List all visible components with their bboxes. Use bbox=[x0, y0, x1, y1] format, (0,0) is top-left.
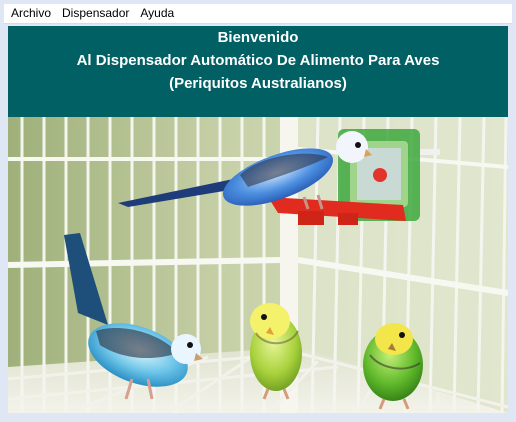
menu-bar: Archivo Dispensador Ayuda bbox=[4, 4, 512, 24]
budgerigar-illustration bbox=[8, 117, 508, 413]
window-bottom-edge bbox=[0, 413, 516, 422]
welcome-title: Bienvenido bbox=[217, 29, 299, 46]
menu-dispensador[interactable]: Dispensador bbox=[59, 4, 132, 23]
welcome-subtitle-2: (Periquitos Australianos) bbox=[169, 75, 347, 92]
welcome-banner: Bienvenido Al Dispensador Automático De … bbox=[8, 26, 508, 117]
menu-ayuda[interactable]: Ayuda bbox=[137, 4, 177, 23]
menu-archivo[interactable]: Archivo bbox=[8, 4, 54, 23]
budgerigar-photo bbox=[8, 117, 508, 413]
app-window: Archivo Dispensador Ayuda Bienvenido Al … bbox=[0, 0, 516, 422]
welcome-subtitle: Al Dispensador Automático De Alimento Pa… bbox=[76, 52, 440, 69]
